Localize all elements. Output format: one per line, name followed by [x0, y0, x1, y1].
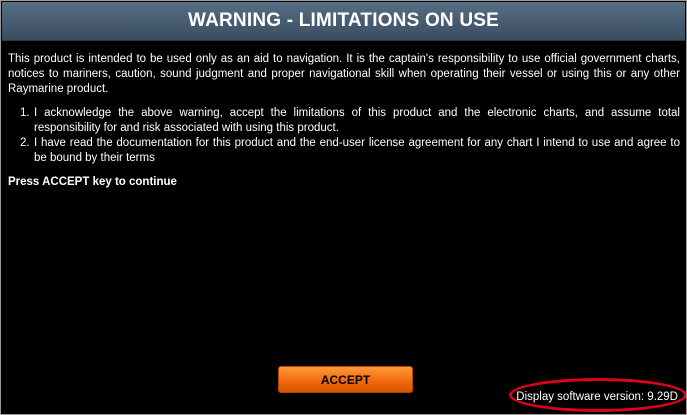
warning-content: This product is intended to be used only…: [8, 52, 680, 190]
warning-intro-text: This product is intended to be used only…: [8, 53, 680, 95]
acknowledgement-text: I acknowledge the above warning, accept …: [34, 107, 680, 134]
software-version-label: Display software version: 9.29D: [516, 391, 678, 403]
acknowledgement-number: 1.: [20, 107, 30, 119]
warning-screen: WARNING - LIMITATIONS ON USE This produc…: [0, 0, 687, 415]
acknowledgement-number: 2.: [20, 137, 30, 149]
continue-instruction: Press ACCEPT key to continue: [8, 176, 177, 188]
acknowledgement-text: I have read the documentation for this p…: [34, 137, 680, 164]
acknowledgement-item-2: 2. I have read the documentation for thi…: [20, 136, 680, 166]
acknowledgement-item-1: 1. I acknowledge the above warning, acce…: [20, 106, 680, 136]
title-bar: WARNING - LIMITATIONS ON USE: [2, 2, 685, 41]
page-title: WARNING - LIMITATIONS ON USE: [188, 10, 499, 31]
acknowledgement-list: 1. I acknowledge the above warning, acce…: [8, 106, 680, 166]
accept-button[interactable]: ACCEPT: [278, 366, 413, 393]
